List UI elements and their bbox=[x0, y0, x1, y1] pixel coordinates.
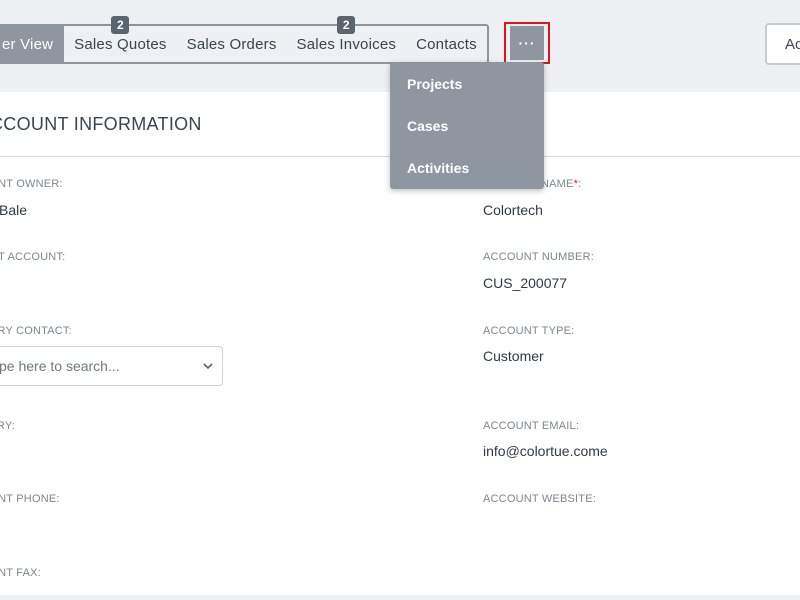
tab-label: Contacts bbox=[416, 35, 477, 53]
primary-contact-select[interactable]: pe here to search... bbox=[0, 346, 223, 386]
select-placeholder: pe here to search... bbox=[0, 358, 120, 374]
tab-label: Sales Invoices bbox=[296, 35, 397, 53]
account-number-value: CUS_200077 bbox=[483, 275, 568, 291]
account-type-value: Customer bbox=[483, 348, 544, 364]
label-colon: : bbox=[578, 178, 582, 190]
account-owner-value: Bale bbox=[0, 202, 28, 218]
account-owner-label: UNT OWNER: bbox=[0, 178, 63, 190]
account-email-label: ACCOUNT EMAIL: bbox=[483, 420, 580, 432]
account-website-label: ACCOUNT WEBSITE: bbox=[483, 493, 597, 505]
account-fax-label: UNT FAX: bbox=[0, 567, 41, 579]
account-type-label: ACCOUNT TYPE: bbox=[483, 325, 575, 337]
section-title: CCOUNT INFORMATION bbox=[0, 114, 202, 134]
account-number-label: ACCOUNT NUMBER: bbox=[483, 251, 594, 263]
tab-bar: er View 2 Sales Quotes Sales Orders 2 Sa… bbox=[0, 16, 489, 64]
dropdown-item-cases[interactable]: Cases bbox=[407, 118, 448, 134]
tab-label: er View bbox=[2, 35, 54, 53]
account-email-value: info@colortue.come bbox=[483, 443, 608, 459]
page-bottom-edge bbox=[0, 595, 800, 600]
action-button-label: Ac bbox=[785, 35, 800, 53]
dropdown-item-projects[interactable]: Projects bbox=[407, 76, 462, 92]
tab-label: Sales Orders bbox=[186, 35, 277, 53]
action-button[interactable]: Ac bbox=[765, 23, 800, 65]
more-tabs-button[interactable]: ··· bbox=[510, 26, 544, 60]
account-phone-label: UNT PHONE: bbox=[0, 493, 60, 505]
chevron-down-icon bbox=[203, 363, 213, 370]
account-name-value: Colortech bbox=[483, 202, 543, 218]
count-badge: 2 bbox=[111, 16, 130, 34]
ellipsis-icon: ··· bbox=[518, 35, 536, 51]
country-label: TRY: bbox=[0, 420, 16, 432]
parent-account-label: NT ACCOUNT: bbox=[0, 251, 66, 263]
count-badge: 2 bbox=[337, 16, 356, 34]
tab-label: Sales Quotes bbox=[74, 35, 167, 53]
account-name-label: NAME*: bbox=[541, 178, 581, 190]
tab-contacts[interactable]: Contacts bbox=[406, 26, 487, 62]
account-name-label-text: NAME bbox=[541, 178, 574, 190]
tab-sales-invoices[interactable]: 2 Sales Invoices bbox=[287, 16, 407, 62]
tab-sales-quotes[interactable]: 2 Sales Quotes bbox=[64, 16, 176, 62]
dropdown-item-activities[interactable]: Activities bbox=[407, 160, 469, 176]
tab-overview[interactable]: er View bbox=[0, 26, 65, 62]
primary-contact-label: ARY CONTACT: bbox=[0, 325, 72, 337]
more-tabs-highlight: ··· bbox=[504, 22, 550, 64]
tab-sales-orders[interactable]: Sales Orders bbox=[177, 26, 287, 62]
more-tabs-dropdown: Projects Cases Activities bbox=[390, 62, 544, 189]
